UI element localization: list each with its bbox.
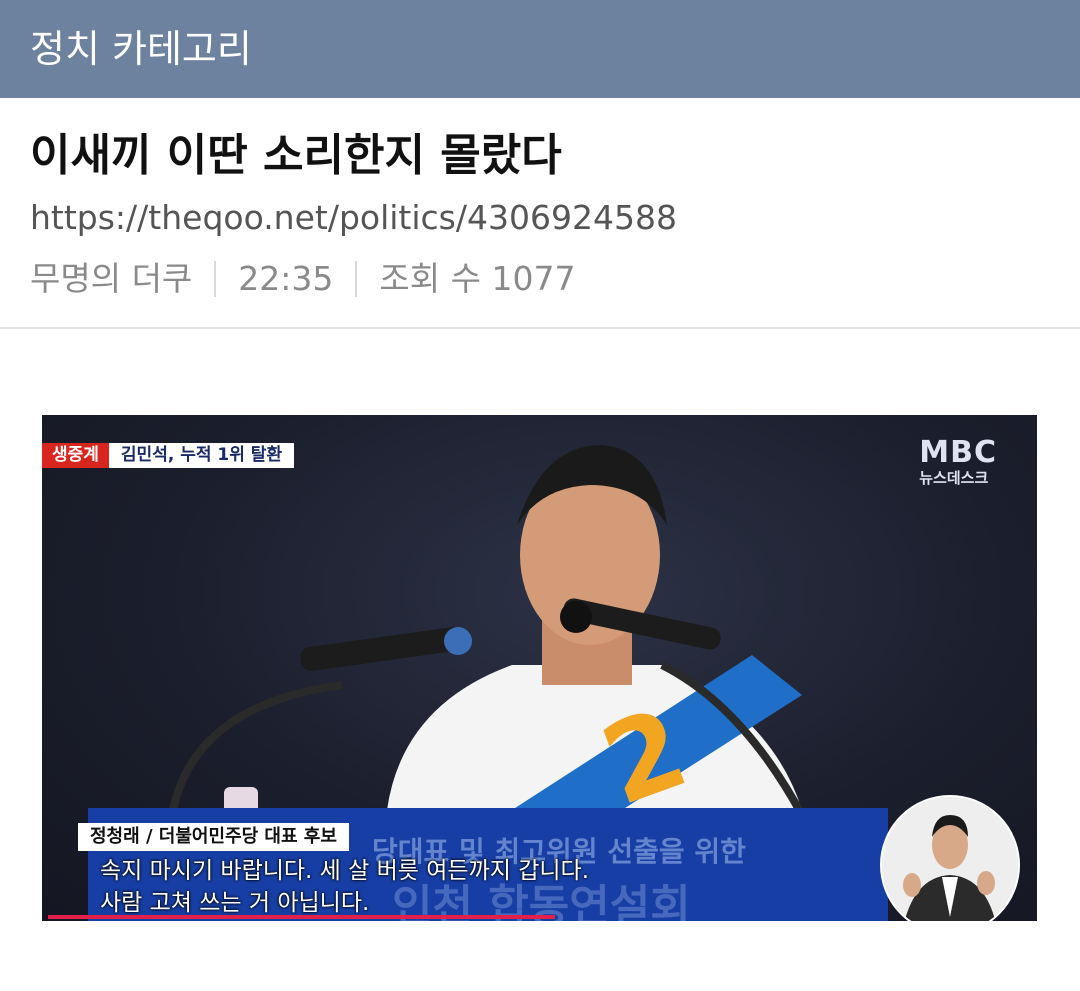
subtitle: 속지 마시기 바랍니다. 세 살 버릇 여든까지 갑니다. 사람 고쳐 쓰는 거… [100, 855, 589, 919]
interpreter-image [882, 797, 1018, 921]
subtitle-line: 속지 마시기 바랍니다. 세 살 버릇 여든까지 갑니다. [100, 858, 589, 884]
meta-divider [214, 261, 217, 297]
meta-divider [355, 261, 358, 297]
view-count: 조회 수 1077 [379, 259, 576, 298]
post-title: 이새끼 이딴 소리한지 몰랐다 [30, 130, 562, 181]
top-bar: 정치 카테고리 [0, 0, 1080, 98]
logo-main: MBC [919, 435, 997, 470]
logo-sub: 뉴스데스크 [919, 469, 989, 487]
author-name: 무명의 더쿠 [30, 259, 193, 298]
video-thumbnail[interactable]: 2 생중계 김민석, 누적 1위 탈환 MBC 뉴스데스크 당대표 및 최고위원… [42, 415, 1037, 921]
post-time: 22:35 [238, 259, 334, 298]
category-title[interactable]: 정치 카테고리 [30, 26, 252, 72]
live-banner: 생중계 김민석, 누적 1위 탈환 [42, 443, 295, 468]
video-progress-bar[interactable] [48, 915, 556, 919]
speaker-caption: 정청래 / 더불어민주당 대표 후보 [78, 823, 349, 851]
post-meta: 무명의 더쿠 22:35 조회 수 1077 [30, 258, 575, 300]
section-divider [0, 327, 1080, 329]
news-headline: 김민석, 누적 1위 탈환 [108, 443, 295, 468]
live-label: 생중계 [42, 443, 109, 468]
broadcaster-logo: MBC 뉴스데스크 [919, 435, 997, 488]
post-url-link[interactable]: https://theqoo.net/politics/4306924588 [30, 198, 677, 238]
